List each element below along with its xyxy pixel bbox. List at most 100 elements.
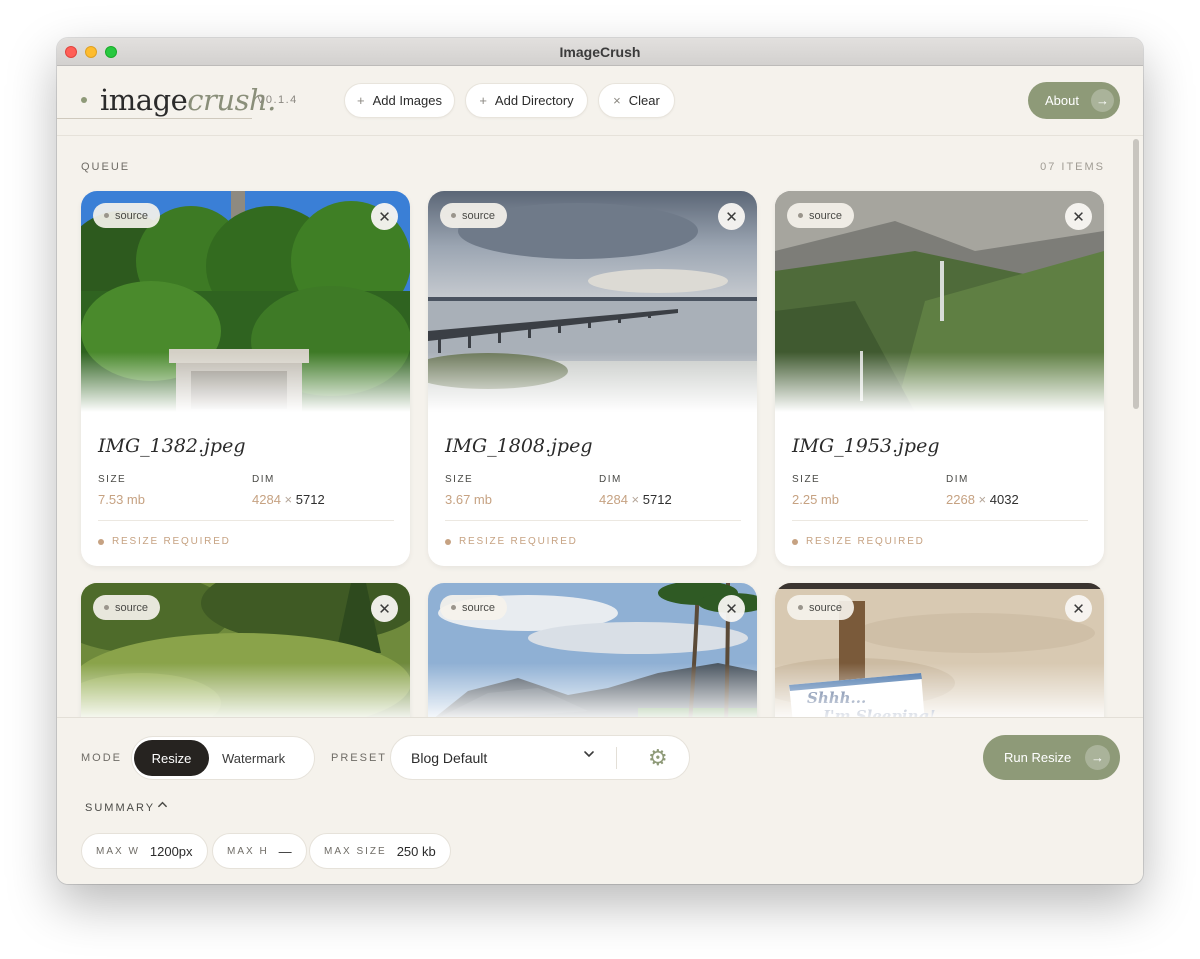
dim-height: 5712 — [295, 492, 325, 507]
close-icon: ✕ — [1072, 600, 1085, 618]
window-maximize-button[interactable] — [105, 46, 117, 58]
dim-separator: × — [631, 492, 640, 507]
dim-width: 4284 — [599, 492, 628, 507]
source-badge: source — [440, 595, 508, 620]
close-icon: ✕ — [378, 600, 391, 618]
close-icon: ✕ — [725, 600, 738, 618]
status-label: RESIZE REQUIRED — [792, 536, 925, 547]
scrollbar-thumb[interactable] — [1133, 139, 1139, 409]
logo-main: image — [100, 83, 188, 117]
control-panel: MODE Resize Watermark PRESET Blog Defaul… — [57, 717, 1143, 884]
dim-label: DIM — [599, 474, 622, 485]
queue-area: QUEUE 07 ITEMS source ✕ IMG_1382.jpeg SI… — [57, 137, 1143, 717]
queue-card: source ✕ IMG_1382.jpeg SIZE 7.53 mb DIM … — [81, 191, 410, 566]
summary-label[interactable]: SUMMARY — [85, 802, 155, 814]
card-divider — [792, 520, 1088, 521]
close-icon: × — [613, 93, 621, 108]
mode-resize-option[interactable]: Resize — [134, 740, 209, 776]
mode-toggle: Resize Watermark — [131, 736, 315, 780]
arrow-right-icon: → — [1085, 745, 1110, 770]
close-icon: ✕ — [1072, 208, 1085, 226]
close-icon: ✕ — [378, 208, 391, 226]
dim-width: 4284 — [252, 492, 281, 507]
dim-label: DIM — [946, 474, 969, 485]
gear-icon[interactable]: ⚙ — [648, 745, 668, 771]
chip-value: 1200px — [149, 843, 193, 859]
queue-card: Shhh... I'm Sleeping! source ✕ — [775, 583, 1104, 717]
remove-item-button[interactable]: ✕ — [371, 203, 398, 230]
status-label: RESIZE REQUIRED — [445, 536, 578, 547]
title-bar: ImageCrush — [57, 38, 1143, 66]
app-logo: imagecrush. — [100, 83, 276, 117]
remove-item-button[interactable]: ✕ — [1065, 595, 1092, 622]
queue-scrollbar[interactable] — [1131, 139, 1141, 715]
size-value: 7.53 mb — [98, 492, 145, 507]
remove-item-button[interactable]: ✕ — [718, 595, 745, 622]
size-value: 2.25 mb — [792, 492, 839, 507]
card-divider — [98, 520, 394, 521]
dim-value: 4284 × 5712 — [252, 492, 325, 507]
dim-label: DIM — [252, 474, 275, 485]
sign-text: Shhh... — [807, 689, 866, 707]
source-badge: source — [440, 203, 508, 228]
max-width-chip: MAX W 1200px — [81, 833, 208, 869]
size-label: SIZE — [445, 474, 474, 485]
window-title: ImageCrush — [559, 43, 641, 60]
app-header: imagecrush. V0.1.4 + Add Images + Add Di… — [57, 66, 1143, 136]
queue-card: source ✕ — [81, 583, 410, 717]
dim-value: 4284 × 5712 — [599, 492, 672, 507]
add-images-button[interactable]: + Add Images — [344, 83, 455, 118]
queue-label: QUEUE — [81, 161, 131, 173]
file-name: IMG_1953.jpeg — [792, 435, 940, 457]
preset-select[interactable]: Blog Default ⚙ — [390, 735, 690, 780]
clear-button[interactable]: × Clear — [598, 83, 675, 118]
chip-key: MAX W — [96, 845, 140, 857]
sign-text-2: I'm Sleeping! — [822, 707, 936, 717]
max-size-chip: MAX SIZE 250 kb — [309, 833, 451, 869]
chip-key: MAX SIZE — [324, 845, 387, 857]
add-directory-button[interactable]: + Add Directory — [465, 83, 588, 118]
remove-item-button[interactable]: ✕ — [718, 203, 745, 230]
clear-label: Clear — [628, 93, 660, 108]
dim-height: 5712 — [642, 492, 672, 507]
window-close-button[interactable] — [65, 46, 77, 58]
plus-icon: + — [479, 93, 487, 108]
arrow-right-icon: → — [1091, 89, 1114, 112]
preset-separator — [616, 747, 617, 769]
size-label: SIZE — [98, 474, 127, 485]
chip-key: MAX H — [227, 845, 269, 857]
add-images-label: Add Images — [372, 93, 442, 108]
add-directory-label: Add Directory — [494, 93, 574, 108]
dim-separator: × — [284, 492, 293, 507]
logo-underline — [57, 118, 252, 119]
mode-watermark-option[interactable]: Watermark — [222, 740, 285, 776]
queue-card: source ✕ IMG_1808.jpeg SIZE 3.67 mb DIM … — [428, 191, 757, 566]
source-badge: source — [787, 595, 855, 620]
preset-value: Blog Default — [411, 750, 488, 766]
window-controls — [65, 46, 117, 58]
chip-value: 250 kb — [396, 843, 436, 859]
plus-icon: + — [357, 93, 365, 108]
app-window: ImageCrush imagecrush. V0.1.4 + Add Imag… — [57, 38, 1143, 884]
remove-item-button[interactable]: ✕ — [1065, 203, 1092, 230]
run-resize-button[interactable]: Run Resize → — [983, 735, 1120, 780]
source-badge: source — [787, 203, 855, 228]
remove-item-button[interactable]: ✕ — [371, 595, 398, 622]
window-minimize-button[interactable] — [85, 46, 97, 58]
chevron-down-icon — [583, 748, 595, 763]
logo-dot — [81, 97, 87, 103]
status-label: RESIZE REQUIRED — [98, 536, 231, 547]
dim-height: 4032 — [989, 492, 1019, 507]
preset-label: PRESET — [331, 752, 388, 764]
max-height-chip: MAX H — — [212, 833, 307, 869]
mode-label: MODE — [81, 752, 122, 764]
dim-value: 2268 × 4032 — [946, 492, 1019, 507]
size-value: 3.67 mb — [445, 492, 492, 507]
size-label: SIZE — [792, 474, 821, 485]
chevron-up-icon[interactable] — [157, 798, 168, 813]
about-button[interactable]: About → — [1028, 82, 1120, 119]
items-count: 07 ITEMS — [1040, 161, 1105, 173]
file-name: IMG_1808.jpeg — [445, 435, 593, 457]
queue-card: source ✕ — [428, 583, 757, 717]
dim-width: 2268 — [946, 492, 975, 507]
